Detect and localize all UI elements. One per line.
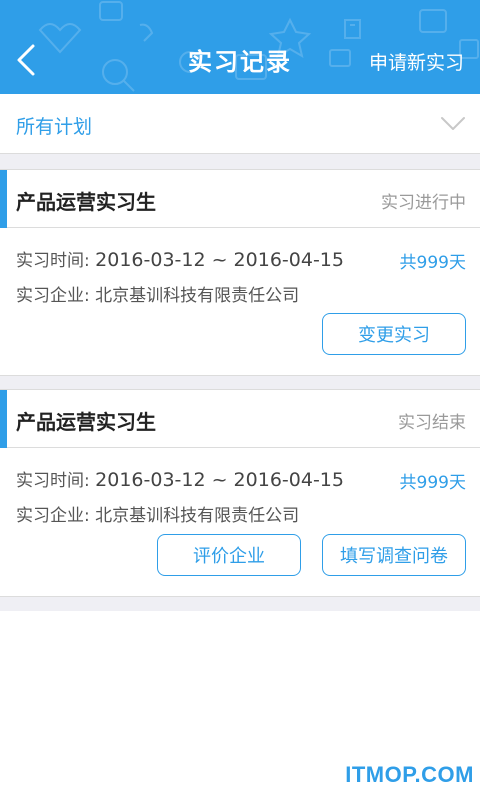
section-divider: [0, 376, 480, 389]
record-company-row: 实习企业: 北京基训科技有限责任公司: [16, 281, 299, 306]
plan-filter-label: 所有计划: [16, 116, 93, 138]
rate-company-button[interactable]: 评价企业: [157, 534, 301, 576]
record-days: 共999天: [399, 473, 466, 493]
date-range: 2016-03-12 ~ 2016-04-15: [95, 249, 344, 271]
time-label: 实习时间:: [16, 251, 90, 271]
section-divider: [0, 154, 480, 169]
internship-record-card: 产品运营实习生 实习结束 实习时间: 2016-03-12 ~ 2016-04-…: [0, 389, 480, 597]
apply-new-internship-button[interactable]: 申请新实习: [369, 48, 464, 75]
site-watermark: ITMOP.COM: [345, 762, 474, 787]
company-label: 实习企业:: [16, 286, 90, 306]
record-title: 产品运营实习生: [16, 410, 156, 434]
record-status: 实习进行中: [381, 193, 466, 213]
company-name: 北京基训科技有限责任公司: [95, 506, 300, 526]
record-days: 共999天: [399, 253, 466, 273]
change-internship-button[interactable]: 变更实习: [322, 313, 466, 355]
company-label: 实习企业:: [16, 506, 90, 526]
plan-filter-dropdown[interactable]: 所有计划: [0, 94, 480, 154]
record-title: 产品运营实习生: [16, 190, 156, 214]
section-divider: [0, 597, 480, 611]
app-header: 实习记录 申请新实习: [0, 0, 480, 94]
internship-record-card: 产品运营实习生 实习进行中 实习时间: 2016-03-12 ~ 2016-04…: [0, 169, 480, 376]
record-accent-bar: [0, 170, 7, 228]
date-range: 2016-03-12 ~ 2016-04-15: [95, 469, 344, 491]
page-title: 实习记录: [188, 48, 292, 76]
fill-survey-button[interactable]: 填写调查问卷: [322, 534, 466, 576]
back-button[interactable]: [6, 40, 46, 80]
company-name: 北京基训科技有限责任公司: [95, 286, 300, 306]
record-company-row: 实习企业: 北京基训科技有限责任公司: [16, 501, 299, 526]
record-header: 产品运营实习生 实习进行中: [0, 170, 480, 228]
record-header: 产品运营实习生 实习结束: [0, 390, 480, 448]
chevron-left-icon: [17, 44, 35, 76]
record-accent-bar: [0, 390, 7, 448]
record-status: 实习结束: [398, 413, 466, 433]
time-label: 实习时间:: [16, 471, 90, 491]
chevron-down-icon: [441, 117, 465, 130]
record-time-row: 实习时间: 2016-03-12 ~ 2016-04-15: [16, 246, 344, 271]
record-time-row: 实习时间: 2016-03-12 ~ 2016-04-15: [16, 466, 344, 491]
